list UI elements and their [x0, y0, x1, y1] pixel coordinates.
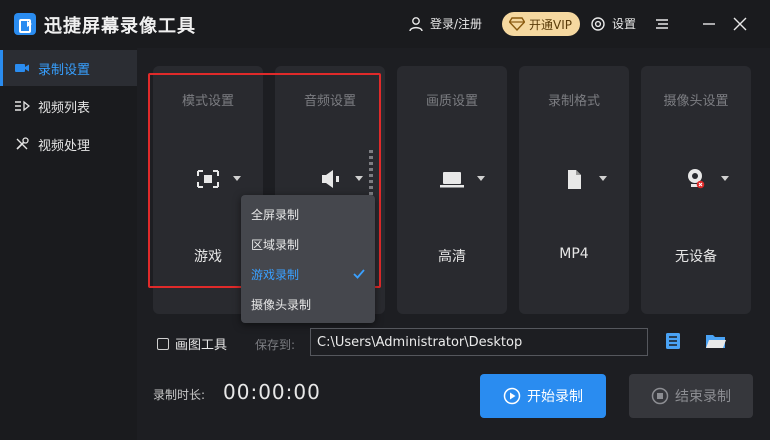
laptop-icon	[440, 172, 464, 188]
save-path-input[interactable]	[310, 328, 648, 356]
duration-label: 录制时长:	[153, 388, 206, 402]
settings-label: 设置	[612, 17, 637, 31]
vip-button[interactable]: 开通VIP	[502, 12, 580, 36]
check-icon	[353, 269, 365, 279]
play-circle-icon	[503, 387, 521, 405]
card-value: 无设备	[675, 249, 717, 265]
start-record-label: 开始录制	[527, 389, 583, 405]
menu-button[interactable]	[650, 12, 674, 36]
webcam-disabled-icon	[688, 169, 705, 189]
start-record-button[interactable]: 开始录制	[480, 374, 606, 418]
file-list-icon[interactable]	[665, 332, 681, 350]
dropdown-option-label: 游戏录制	[251, 267, 300, 282]
dropdown-option-region[interactable]: 区域录制	[241, 229, 375, 259]
card-value: 高清	[438, 249, 466, 265]
close-button[interactable]	[728, 12, 752, 36]
chevron-down-icon	[721, 176, 729, 181]
save-to-label: 保存到:	[255, 338, 296, 352]
list-play-icon	[15, 100, 30, 112]
dropdown-option-fullscreen[interactable]: 全屏录制	[241, 199, 375, 229]
gear-icon	[591, 16, 605, 31]
camera-icon	[15, 64, 29, 72]
login-label: 登录/注册	[430, 17, 483, 31]
app-window: 迅捷屏幕录像工具 登录/注册 开通VIP 设置 录制设置 视频列表 视频处理 模…	[0, 0, 770, 440]
card-title: 画质设置	[425, 94, 478, 109]
card-title: 录制格式	[547, 94, 600, 109]
sidebar-item-record-settings[interactable]: 录制设置	[0, 50, 137, 86]
settings-button[interactable]: 设置	[590, 15, 636, 32]
tools-icon	[16, 137, 29, 150]
stop-circle-icon	[651, 387, 669, 405]
card-title: 摄像头设置	[663, 94, 729, 109]
card-quality-settings[interactable]: 画质设置 高清	[397, 66, 507, 314]
sidebar-item-label: 视频处理	[38, 138, 91, 154]
login-button[interactable]: 登录/注册	[408, 15, 482, 32]
stop-record-button[interactable]: 结束录制	[629, 374, 753, 418]
dropdown-option-webcam[interactable]: 摄像头录制	[241, 289, 375, 319]
card-webcam-settings[interactable]: 摄像头设置 无设备	[641, 66, 751, 314]
vip-label: 开通VIP	[529, 17, 572, 32]
chevron-down-icon	[477, 176, 485, 181]
card-value: MP4	[559, 246, 589, 262]
bottom-panel: 画图工具 保存到: 录制时长: 00:00:00 开始录制 结束录制	[137, 320, 770, 440]
minimize-icon	[703, 23, 715, 25]
folder-icon[interactable]	[705, 332, 727, 350]
app-title: 迅捷屏幕录像工具	[44, 16, 196, 37]
chevron-down-icon	[599, 176, 607, 181]
draw-tool-label[interactable]: 画图工具	[175, 334, 227, 353]
sidebar-item-label: 录制设置	[38, 62, 91, 78]
sidebar-item-label: 视频列表	[38, 100, 91, 116]
close-icon	[733, 17, 747, 31]
title-bar: 迅捷屏幕录像工具 登录/注册 开通VIP 设置	[0, 0, 770, 48]
dropdown-option-game[interactable]: 游戏录制	[241, 259, 375, 289]
mode-dropdown-menu: 全屏录制 区域录制 游戏录制 摄像头录制	[241, 195, 375, 323]
app-logo-icon	[14, 13, 36, 35]
user-icon	[409, 16, 423, 31]
duration-value: 00:00:00	[223, 380, 321, 404]
sidebar-item-video-list[interactable]: 视频列表	[0, 88, 137, 124]
menu-icon	[656, 19, 668, 29]
minimize-button[interactable]	[697, 12, 721, 36]
file-icon	[568, 170, 581, 189]
stop-record-label: 结束录制	[675, 389, 731, 405]
sidebar: 录制设置 视频列表 视频处理	[0, 48, 137, 440]
card-record-format[interactable]: 录制格式 MP4	[519, 66, 629, 314]
sidebar-item-video-process[interactable]: 视频处理	[0, 126, 137, 162]
diamond-icon	[509, 17, 525, 31]
draw-tool-checkbox[interactable]	[157, 338, 169, 350]
